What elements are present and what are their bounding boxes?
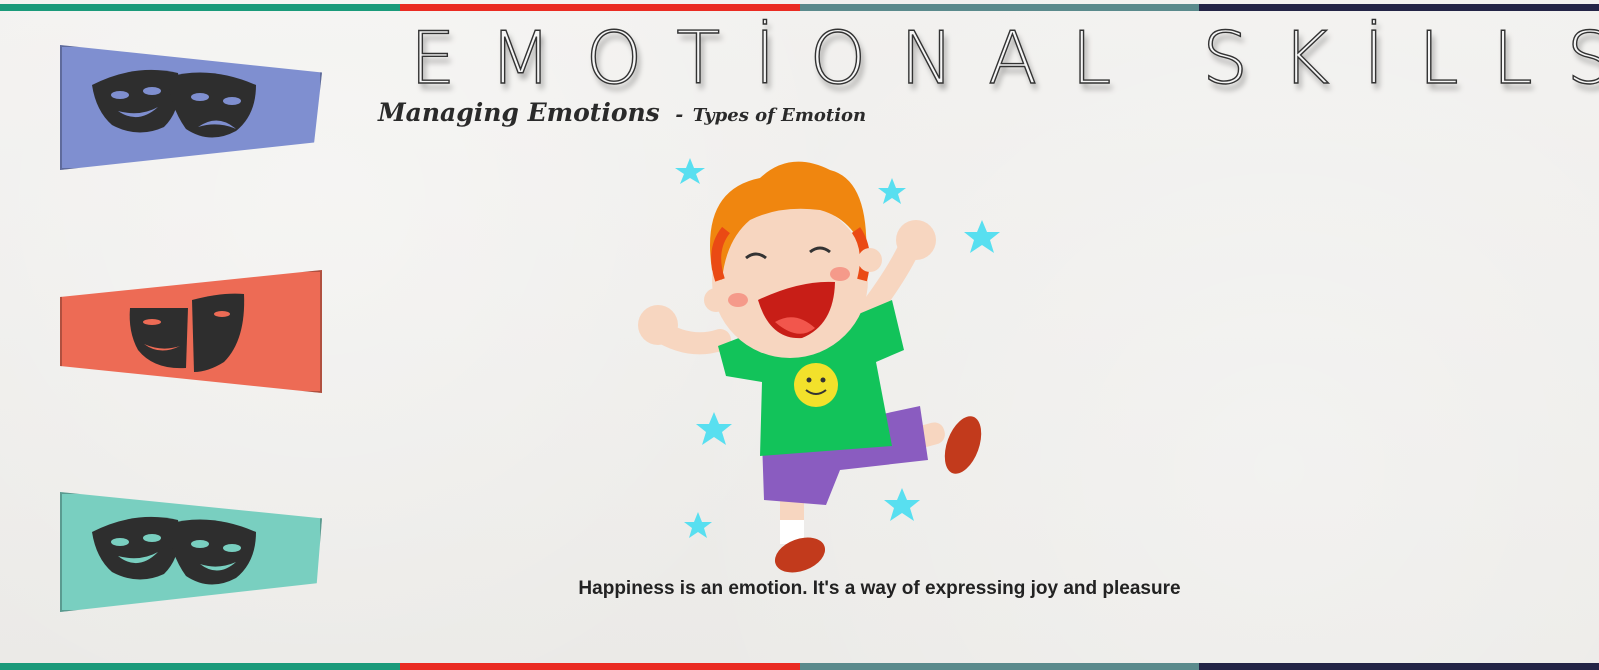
subtitle: Managing Emotions - Types of Emotion [378,98,866,127]
emotion-caption: Happiness is an emotion. It's a way of e… [578,578,1181,599]
stripe-segment-teal [799,4,1200,11]
subtitle-sub: Types of Emotion [692,105,867,126]
top-color-stripe [0,4,1599,11]
happy-jumping-boy-icon [638,158,1000,573]
bottom-color-stripe [0,663,1599,670]
stripe-segment-navy [1199,663,1599,670]
subtitle-separator: - [675,104,684,126]
page-title: EMOTİONAL SKİLLS [409,16,1599,100]
stripe-segment-green [0,663,400,670]
stripe-segment-navy [1199,4,1599,11]
stripe-segment-teal [799,663,1200,670]
subtitle-main: Managing Emotions [378,98,660,127]
stripe-segment-red [399,4,800,11]
stripe-segment-green [0,4,400,11]
stripe-segment-red [399,663,800,670]
